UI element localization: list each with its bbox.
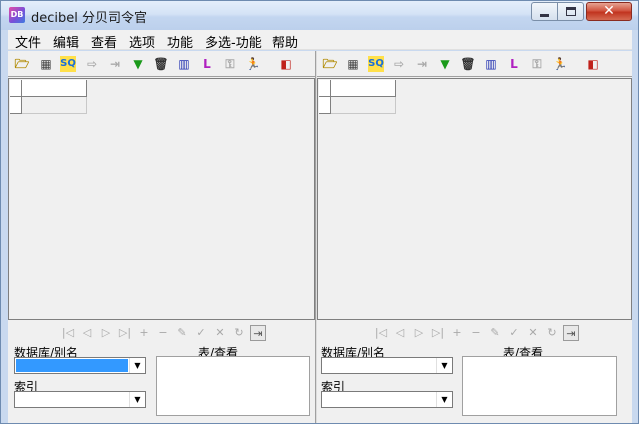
menu-options[interactable]: 选项 <box>129 32 155 51</box>
sql-icon[interactable]: SQ <box>60 56 76 72</box>
main-window: DB decibel 分贝司令官 ✕ 文件 编辑 查看 选项 功能 多选-功能 … <box>0 0 639 424</box>
sql-icon[interactable]: SQ <box>368 56 384 72</box>
database-alias-value <box>16 359 128 372</box>
key-search-icon[interactable]: ⚿ <box>529 56 545 72</box>
apply-icon[interactable]: ⇥ <box>250 325 266 341</box>
database-alias-combo[interactable]: ▼ <box>321 357 453 374</box>
exit-door-icon[interactable]: ◧ <box>278 56 294 72</box>
insert-record-icon[interactable]: + <box>449 325 465 341</box>
first-record-icon[interactable]: |◁ <box>60 325 76 341</box>
grid-row-header[interactable] <box>319 97 331 114</box>
trash-icon[interactable]: 🗑 <box>153 56 169 72</box>
grid-column-header[interactable] <box>331 80 396 97</box>
maximize-icon <box>566 7 576 16</box>
filter-icon[interactable]: ▼ <box>437 56 453 72</box>
toolbar: 🗁 ▦ SQ ⇨ ⇥ ▼ 🗑 ▥ L ⚿ 🏃 ◧ <box>317 51 632 77</box>
grid-column-header[interactable] <box>22 80 87 97</box>
data-grid[interactable] <box>8 78 315 320</box>
menu-view[interactable]: 查看 <box>91 32 117 51</box>
right-pane: 🗁 ▦ SQ ⇨ ⇥ ▼ 🗑 ▥ L ⚿ 🏃 ◧ |◁ ◁ ▷ ▷| + − ✎… <box>317 51 632 423</box>
last-record-icon[interactable]: ▷| <box>117 325 133 341</box>
close-icon: ✕ <box>603 3 615 19</box>
next-record-icon[interactable]: ▷ <box>411 325 427 341</box>
grid-cell[interactable] <box>22 97 87 114</box>
refresh-record-icon[interactable]: ↻ <box>231 325 247 341</box>
chevron-down-icon[interactable]: ▼ <box>436 392 452 407</box>
menu-file[interactable]: 文件 <box>15 32 41 51</box>
runner-icon[interactable]: 🏃 <box>552 56 568 72</box>
arrow-right-icon[interactable]: ⇨ <box>391 56 407 72</box>
trash-icon[interactable]: 🗑 <box>460 56 476 72</box>
title-bar[interactable]: DB decibel 分贝司令官 ✕ <box>1 1 638 30</box>
insert-row-icon[interactable]: ▥ <box>176 56 192 72</box>
chevron-down-icon[interactable]: ▼ <box>129 392 145 407</box>
post-record-icon[interactable]: ✓ <box>193 325 209 341</box>
app-icon[interactable]: DB <box>9 7 25 23</box>
post-record-icon[interactable]: ✓ <box>506 325 522 341</box>
prior-record-icon[interactable]: ◁ <box>79 325 95 341</box>
minimize-button[interactable] <box>531 2 557 21</box>
runner-icon[interactable]: 🏃 <box>245 56 261 72</box>
filter-icon[interactable]: ▼ <box>130 56 146 72</box>
insert-row-icon[interactable]: ▥ <box>483 56 499 72</box>
apply-icon[interactable]: ⇥ <box>563 325 579 341</box>
menu-bar: 文件 编辑 查看 选项 功能 多选-功能 帮助 <box>8 30 632 51</box>
index-combo[interactable]: ▼ <box>14 391 146 408</box>
next-record-icon[interactable]: ▷ <box>98 325 114 341</box>
grid-corner-cell[interactable] <box>319 80 331 97</box>
left-pane: 🗁 ▦ SQ ⇨ ⇥ ▼ 🗑 ▥ L ⚿ 🏃 ◧ |◁ ◁ ▷ ▷| + − ✎… <box>8 51 315 423</box>
delete-record-icon[interactable]: − <box>468 325 484 341</box>
edit-record-icon[interactable]: ✎ <box>174 325 190 341</box>
delete-record-icon[interactable]: − <box>155 325 171 341</box>
edit-record-icon[interactable]: ✎ <box>487 325 503 341</box>
last-record-icon[interactable]: ▷| <box>430 325 446 341</box>
toolbar: 🗁 ▦ SQ ⇨ ⇥ ▼ 🗑 ▥ L ⚿ 🏃 ◧ <box>8 51 315 77</box>
menu-functions[interactable]: 功能 <box>167 32 193 51</box>
index-combo[interactable]: ▼ <box>321 391 453 408</box>
arrow-right-icon[interactable]: ⇨ <box>84 56 100 72</box>
database-alias-value <box>323 359 435 372</box>
close-button[interactable]: ✕ <box>586 2 632 21</box>
chevron-down-icon[interactable]: ▼ <box>436 358 452 373</box>
grid-row-header[interactable] <box>10 97 22 114</box>
table-icon[interactable]: ▦ <box>38 56 54 72</box>
grid-cell[interactable] <box>331 97 396 114</box>
menu-edit[interactable]: 编辑 <box>53 32 79 51</box>
table-view-list[interactable] <box>156 356 310 416</box>
index-value <box>323 393 435 406</box>
chevron-down-icon[interactable]: ▼ <box>129 358 145 373</box>
field-icon[interactable]: L <box>506 56 522 72</box>
export-icon[interactable]: ⇥ <box>107 56 123 72</box>
insert-record-icon[interactable]: + <box>136 325 152 341</box>
database-alias-combo[interactable]: ▼ <box>14 357 146 374</box>
table-view-list[interactable] <box>462 356 617 416</box>
menu-help[interactable]: 帮助 <box>272 32 298 51</box>
prior-record-icon[interactable]: ◁ <box>392 325 408 341</box>
field-icon[interactable]: L <box>199 56 215 72</box>
exit-door-icon[interactable]: ◧ <box>585 56 601 72</box>
client-area: 🗁 ▦ SQ ⇨ ⇥ ▼ 🗑 ▥ L ⚿ 🏃 ◧ |◁ ◁ ▷ ▷| + − ✎… <box>8 51 632 423</box>
table-icon[interactable]: ▦ <box>345 56 361 72</box>
key-search-icon[interactable]: ⚿ <box>222 56 238 72</box>
maximize-button[interactable] <box>557 2 584 21</box>
first-record-icon[interactable]: |◁ <box>373 325 389 341</box>
cancel-record-icon[interactable]: ✕ <box>212 325 228 341</box>
open-folder-icon[interactable]: 🗁 <box>14 56 30 72</box>
grid-corner-cell[interactable] <box>10 80 22 97</box>
open-folder-icon[interactable]: 🗁 <box>322 56 338 72</box>
data-grid[interactable] <box>317 78 632 320</box>
cancel-record-icon[interactable]: ✕ <box>525 325 541 341</box>
window-title: decibel 分贝司令官 <box>31 11 148 26</box>
index-value <box>16 393 128 406</box>
export-icon[interactable]: ⇥ <box>414 56 430 72</box>
refresh-record-icon[interactable]: ↻ <box>544 325 560 341</box>
menu-multi-select[interactable]: 多选-功能 <box>205 32 262 51</box>
minimize-icon <box>540 14 549 17</box>
